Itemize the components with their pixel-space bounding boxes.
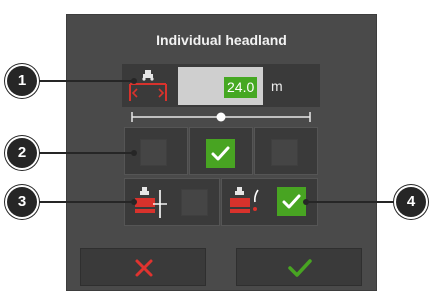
callout-3: 3	[7, 187, 37, 217]
callout-4-line	[306, 201, 406, 203]
mode-checkbox-1[interactable]	[140, 139, 167, 166]
headland-width-unit: m	[271, 78, 283, 94]
headland-width-icon	[129, 70, 167, 101]
mode-checkbox-3[interactable]	[271, 139, 298, 166]
headland-width-slider[interactable]	[131, 110, 311, 124]
callout-1: 1	[7, 66, 37, 96]
callout-2-dot	[131, 150, 137, 156]
headland-option-machine-edge-checkbox[interactable]	[277, 187, 306, 216]
confirm-button[interactable]	[236, 248, 362, 286]
dialog-title: Individual headland	[156, 32, 287, 48]
screen: Individual headland 24.0 m 1 2 3 4	[0, 0, 432, 291]
checkmark-icon	[282, 194, 301, 209]
callout-4-dot	[303, 199, 309, 205]
headland-option-machine-centered-checkbox[interactable]	[181, 189, 208, 216]
checkmark-icon	[211, 146, 230, 161]
cancel-button[interactable]	[80, 248, 206, 286]
callout-3-line	[30, 201, 133, 203]
headland-width-value: 24.0	[224, 77, 258, 98]
callout-1-dot	[131, 78, 137, 84]
slider-handle	[216, 112, 226, 122]
cross-icon	[135, 259, 153, 277]
checkmark-icon	[288, 259, 312, 277]
callout-3-dot	[131, 199, 137, 205]
callout-2-line	[30, 152, 133, 154]
machine-edge-line-icon	[230, 187, 259, 213]
machine-center-line-icon	[135, 187, 167, 218]
callout-2: 2	[7, 138, 37, 168]
callout-4: 4	[396, 187, 426, 217]
callout-1-line	[30, 80, 133, 82]
mode-checkbox-2[interactable]	[206, 139, 235, 168]
